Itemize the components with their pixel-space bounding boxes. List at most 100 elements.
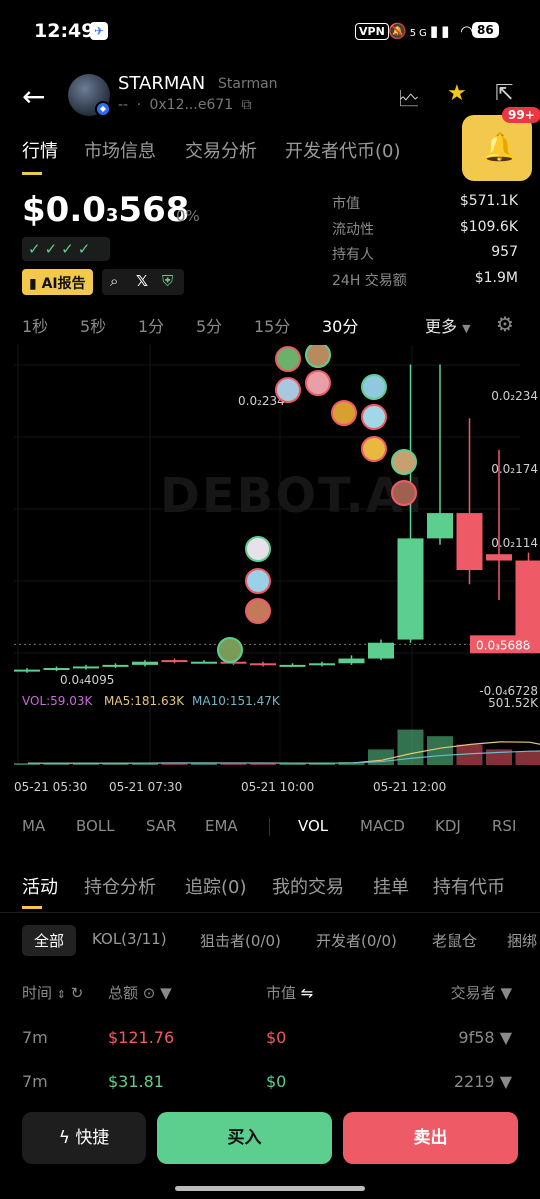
timeframe-30m[interactable]: 30分 (322, 313, 358, 337)
home-indicator (175, 1186, 365, 1191)
tab-underline (22, 172, 42, 175)
contract-address: 0x12...e671 (149, 97, 234, 113)
kol-avatar-marker (275, 377, 301, 403)
current-price: $0.03568 (22, 190, 189, 230)
tab-dev-tokens[interactable]: 开发者代币(0) (285, 137, 401, 163)
favorite-star-icon[interactable]: ★ (447, 81, 467, 106)
link-icons: ⌕ 𝕏 ⛨ (102, 269, 184, 295)
table-row[interactable]: 7m $31.81 $0 2219 ▼ (0, 1072, 540, 1100)
timeframe-1m[interactable]: 1分 (138, 313, 164, 337)
indicator-macd[interactable]: MACD (360, 817, 405, 835)
filter-all[interactable]: 全部 (22, 925, 77, 956)
timeframe-1s[interactable]: 1秒 (22, 313, 48, 337)
indicator-boll[interactable]: BOLL (76, 817, 115, 835)
row-amount: $121.76 (108, 1028, 175, 1047)
activity-tab-underline (22, 906, 42, 909)
token-avatar: ◆ (68, 74, 111, 117)
header-amount[interactable]: 总额 ⊙ ▼ (108, 982, 172, 1003)
ma10-legend: MA10:151.47K (192, 694, 280, 708)
header-mcap[interactable]: 市值 ⇋ (266, 982, 313, 1003)
search-icon[interactable]: ⌕ (110, 272, 118, 290)
kol-avatar-marker (305, 370, 331, 396)
token-address-row: -- · 0x12...e671 ⧉ (118, 97, 252, 113)
tab-trade-analysis[interactable]: 交易分析 (185, 137, 257, 163)
volume-bar (515, 751, 540, 765)
tab-orders[interactable]: 挂单 (373, 873, 409, 899)
row-mcap: $0 (266, 1072, 287, 1091)
quick-trade-button[interactable]: ϟ 快捷 (22, 1112, 146, 1164)
stat-label-holders: 持有人 (332, 247, 374, 263)
price-axis-label: 0.0₂234 (491, 389, 538, 403)
candle-body (338, 658, 365, 664)
row-time: 7m (22, 1028, 48, 1047)
chart-settings-icon[interactable]: ⚙ (496, 312, 514, 336)
indicator-ema[interactable]: EMA (205, 817, 238, 835)
filter-developers[interactable]: 开发者(0/0) (316, 930, 397, 951)
indicator-rsi[interactable]: RSI (492, 817, 516, 835)
ma5-legend: MA5:181.63K (104, 694, 185, 708)
copy-icon[interactable]: ⧉ (242, 97, 252, 113)
indicator-sar[interactable]: SAR (146, 817, 176, 835)
tab-market-info[interactable]: 市场信息 (84, 137, 156, 163)
buy-button[interactable]: 买入 (157, 1112, 332, 1164)
volume-axis-label: 501.52K (488, 696, 539, 710)
sort-icon: ⇕ (56, 988, 67, 1001)
tab-held-tokens[interactable]: 持有代币 (433, 873, 505, 899)
token-name: STARMAN (118, 73, 206, 94)
price-axis-label: 0.0₂114 (491, 536, 538, 550)
candle-body (250, 663, 276, 666)
x-twitter-icon[interactable]: 𝕏 (136, 272, 148, 290)
bell-icon: 🔔 (482, 131, 517, 164)
tab-my-trades[interactable]: 我的交易 (272, 873, 344, 899)
trader-id: 9f58 (458, 1028, 495, 1047)
vpn-indicator: VPN (355, 23, 389, 40)
candle-body (397, 538, 424, 640)
tab-tracking[interactable]: 追踪(0) (185, 873, 247, 899)
dot-separator: · (136, 97, 142, 113)
share-icon[interactable]: ⇱ (495, 81, 513, 106)
stat-value-liquidity: $109.6K (459, 219, 518, 235)
header-time[interactable]: 时间 ⇕ ↻ (22, 982, 83, 1003)
kol-avatar-marker (245, 536, 271, 562)
quick-label: 快捷 (75, 1128, 110, 1148)
timeframe-more[interactable]: 更多 ▼ (425, 313, 471, 337)
more-label: 更多 (425, 317, 458, 336)
header-trader[interactable]: 交易者 ▼ (451, 982, 512, 1003)
header-trader-label: 交易者 (450, 984, 496, 1002)
candle-body (309, 663, 335, 666)
filter-snipers[interactable]: 狙击者(0/0) (200, 930, 281, 951)
row-trader[interactable]: 9f58 ▼ (458, 1028, 512, 1047)
sell-button[interactable]: 卖出 (343, 1112, 518, 1164)
kol-avatar-marker (361, 374, 387, 400)
safety-checks[interactable]: ✓✓✓✓ (22, 237, 110, 261)
stat-label-liquidity: 流动性 (332, 222, 374, 238)
shield-icon[interactable]: ⛨ (162, 272, 173, 290)
price-alert-button[interactable]: 🔔 99+ (462, 107, 540, 181)
timeframe-15m[interactable]: 15分 (254, 313, 290, 337)
indicator-vol[interactable]: VOL (298, 817, 328, 835)
refresh-time-icon: ↻ (70, 984, 84, 1002)
volume-bar (427, 736, 453, 765)
chart-watch-icon[interactable]: 🗠 (398, 82, 420, 120)
book-icon: ▮ (29, 276, 42, 292)
candle-body (368, 642, 394, 659)
indicator-ma[interactable]: MA (22, 817, 45, 835)
indicator-separator (269, 818, 270, 836)
tab-activity[interactable]: 活动 (22, 873, 58, 899)
tab-holdings-analysis[interactable]: 持仓分析 (84, 873, 156, 899)
ai-report-button[interactable]: ▮ AI报告 (22, 269, 93, 295)
timeframe-5s[interactable]: 5秒 (80, 313, 106, 337)
x-axis-label: 05-21 10:00 (241, 780, 314, 794)
price-chart[interactable]: 0.0₃56880.0₂2340.0₂1740.0₂114-0.0₄672850… (0, 345, 540, 800)
indicator-kdj[interactable]: KDJ (435, 817, 461, 835)
table-row[interactable]: 7m $121.76 $0 9f58 ▼ (0, 1028, 540, 1056)
tab-market[interactable]: 行情 (22, 137, 58, 163)
stat-label-volume: 24H 交易额 (332, 273, 407, 289)
filter-bundles[interactable]: 捆绑 (507, 930, 537, 951)
candle-body (14, 669, 40, 672)
filter-insiders[interactable]: 老鼠仓 (432, 930, 477, 951)
back-arrow-icon[interactable]: ← (22, 80, 45, 113)
filter-kol[interactable]: KOL(3/11) (92, 930, 167, 948)
row-trader[interactable]: 2219 ▼ (454, 1072, 512, 1091)
timeframe-5m[interactable]: 5分 (196, 313, 222, 337)
